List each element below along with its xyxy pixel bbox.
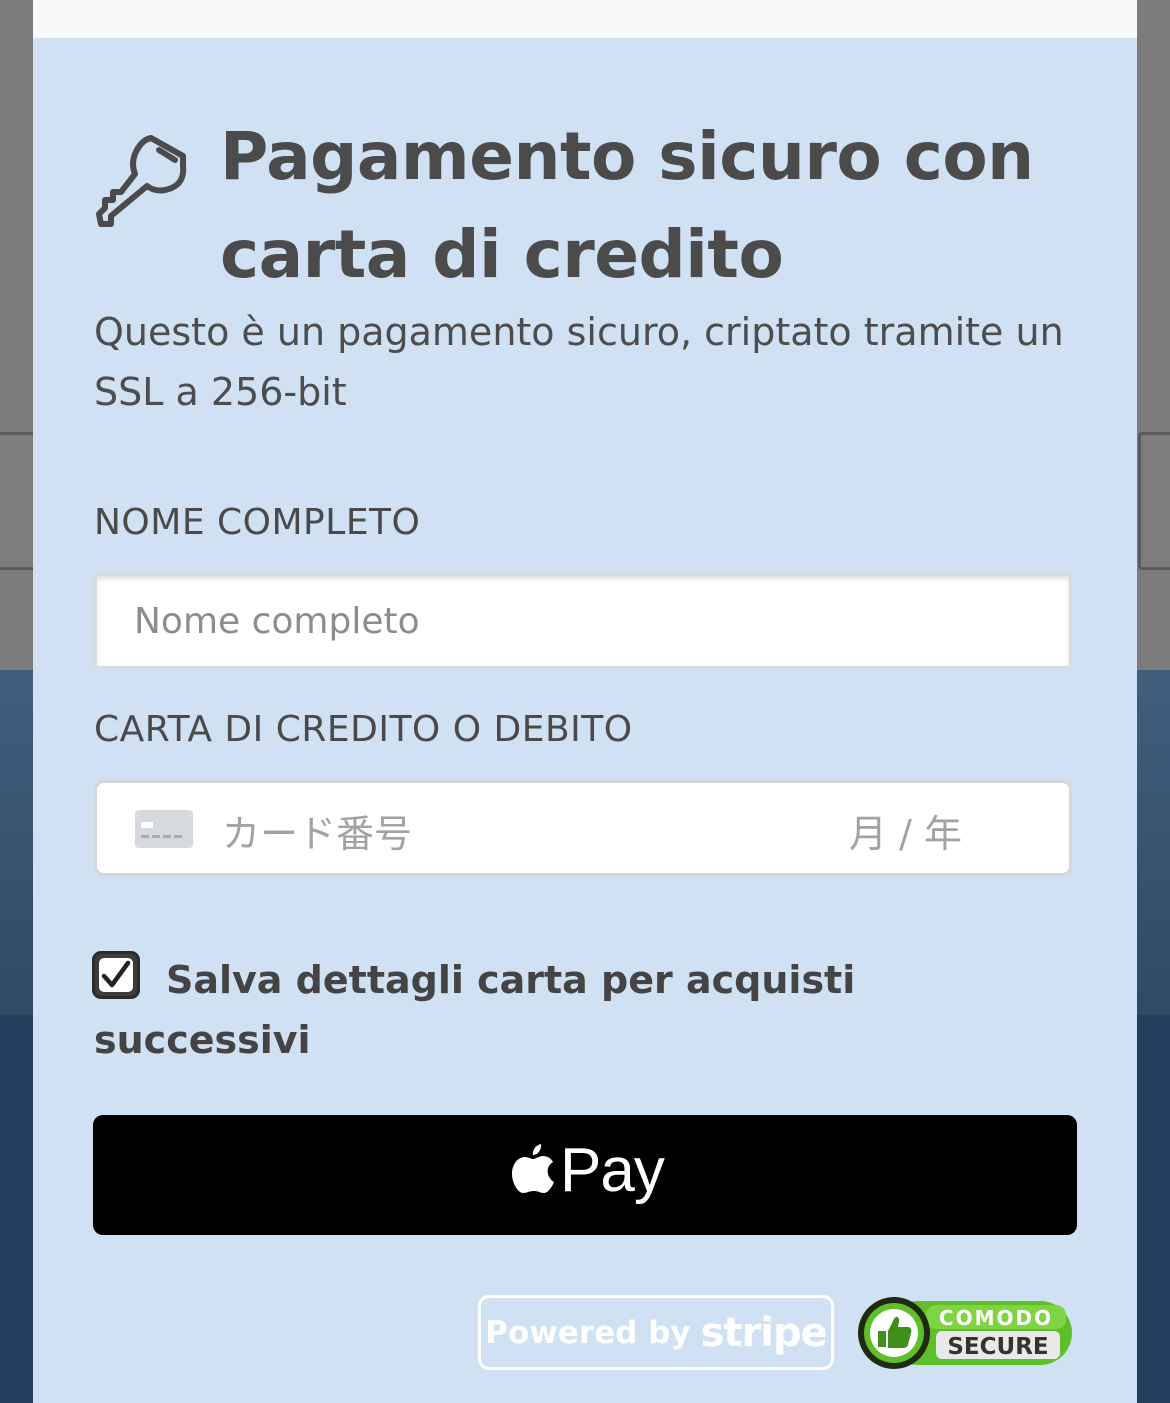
card-input[interactable]: カード番号 月 / 年 (94, 780, 1072, 876)
name-input[interactable] (97, 576, 1069, 666)
comodo-line1: COMODO (939, 1306, 1053, 1330)
comodo-line2: SECURE (947, 1334, 1048, 1360)
stripe-badge: Powered by stripe (478, 1295, 834, 1370)
modal-topbar (33, 0, 1137, 38)
name-field-container (94, 573, 1072, 669)
key-icon (96, 135, 187, 227)
apple-pay-button[interactable]: Pay (93, 1115, 1077, 1235)
save-card-label: Salva dettagli carta per acquisti succes… (94, 958, 856, 1062)
page-title: Pagamento sicuro con carta di credito (220, 118, 1034, 293)
card-number-placeholder: カード番号 (222, 812, 413, 856)
apple-icon (512, 1144, 554, 1193)
payment-modal: Pagamento sicuro con carta di credito Qu… (33, 0, 1137, 1403)
stripe-brand: stripe (700, 1309, 828, 1356)
security-subtitle: Questo è un pagamento sicuro, criptato t… (94, 310, 1064, 414)
background-box-right (1138, 432, 1170, 570)
name-label: NOME COMPLETO (94, 502, 421, 543)
stripe-powered-by: Powered by (485, 1314, 691, 1351)
card-expiry-placeholder: 月 / 年 (849, 812, 962, 856)
card-label: CARTA DI CREDITO O DEBITO (94, 709, 633, 750)
credit-card-icon (135, 810, 193, 848)
comodo-secure-badge: COMODO SECURE (858, 1297, 1072, 1369)
apple-pay-label: Pay (560, 1136, 665, 1205)
